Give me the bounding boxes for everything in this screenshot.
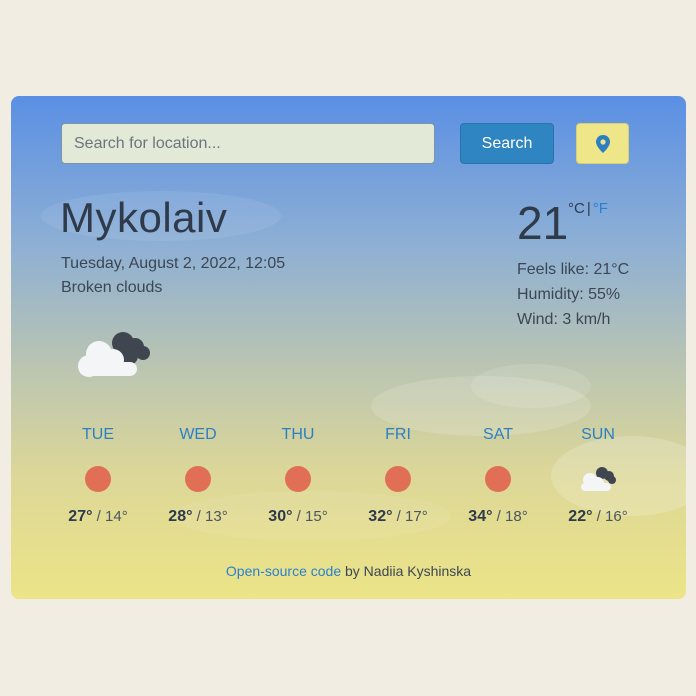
sun-icon (178, 464, 218, 494)
forecast-temps: 30° / 15° (258, 508, 338, 526)
feels-like: Feels like: 21°C (517, 261, 630, 278)
forecast-min: / 13° (196, 508, 228, 525)
footer-author: by Nadiia Kyshinska (341, 563, 472, 579)
forecast-day: FRI 32° / 17° (358, 426, 438, 526)
forecast-day: TUE 27° / 14° (58, 426, 138, 526)
current-location-button[interactable] (576, 123, 629, 164)
broken-clouds-icon (78, 332, 150, 377)
forecast-max: 27° (68, 508, 93, 525)
sun-icon (478, 464, 518, 494)
current-temperature: 21 (517, 197, 569, 249)
forecast-day: SAT 34° / 18° (458, 426, 538, 526)
broken-clouds-icon (578, 464, 618, 494)
forecast-day-name: SAT (483, 426, 513, 443)
unit-toggle: °C | °F (568, 200, 608, 217)
forecast-temps: 27° / 14° (58, 508, 138, 526)
forecast-max: 34° (468, 508, 493, 525)
forecast-max: 22° (568, 508, 593, 525)
search-button[interactable]: Search (460, 123, 554, 164)
sun-icon (378, 464, 418, 494)
source-code-link[interactable]: Open-source code (226, 563, 341, 579)
forecast-day: SUN 22° / 16° (558, 426, 638, 526)
sun-icon (278, 464, 318, 494)
humidity: Humidity: 55% (517, 286, 621, 303)
wind: Wind: 3 km/h (517, 311, 611, 328)
search-input[interactable] (61, 123, 435, 164)
unit-fahrenheit-link[interactable]: °F (593, 200, 608, 217)
forecast-min: / 15° (296, 508, 328, 525)
forecast-day-name: SUN (581, 426, 615, 443)
city-name: Mykolaiv (60, 194, 228, 241)
forecast-day-name: FRI (385, 426, 411, 443)
forecast-day: THU 30° / 15° (258, 426, 338, 526)
forecast-max: 32° (368, 508, 393, 525)
unit-separator: | (586, 200, 591, 217)
unit-celsius[interactable]: °C (568, 200, 585, 217)
forecast-temps: 22° / 16° (558, 508, 638, 526)
forecast-temps: 28° / 13° (158, 508, 238, 526)
forecast-min: / 17° (396, 508, 428, 525)
forecast-temps: 32° / 17° (358, 508, 438, 526)
forecast-day-name: WED (179, 426, 217, 443)
forecast-min: / 16° (596, 508, 628, 525)
forecast-min: / 14° (96, 508, 128, 525)
forecast-max: 30° (268, 508, 293, 525)
forecast-day-name: TUE (82, 426, 114, 443)
forecast-temps: 34° / 18° (458, 508, 538, 526)
sun-icon (78, 464, 118, 494)
forecast-day: WED 28° / 13° (158, 426, 238, 526)
weather-card: Search Mykolaiv Tuesday, August 2, 2022,… (11, 96, 686, 599)
forecast-min: / 18° (496, 508, 528, 525)
current-datetime: Tuesday, August 2, 2022, 12:05 (61, 255, 286, 272)
forecast-day-name: THU (281, 426, 315, 443)
footer: Open-source code by Nadiia Kyshinska (11, 563, 686, 579)
map-pin-icon (595, 134, 610, 153)
forecast-max: 28° (168, 508, 193, 525)
weather-description: Broken clouds (61, 279, 163, 296)
